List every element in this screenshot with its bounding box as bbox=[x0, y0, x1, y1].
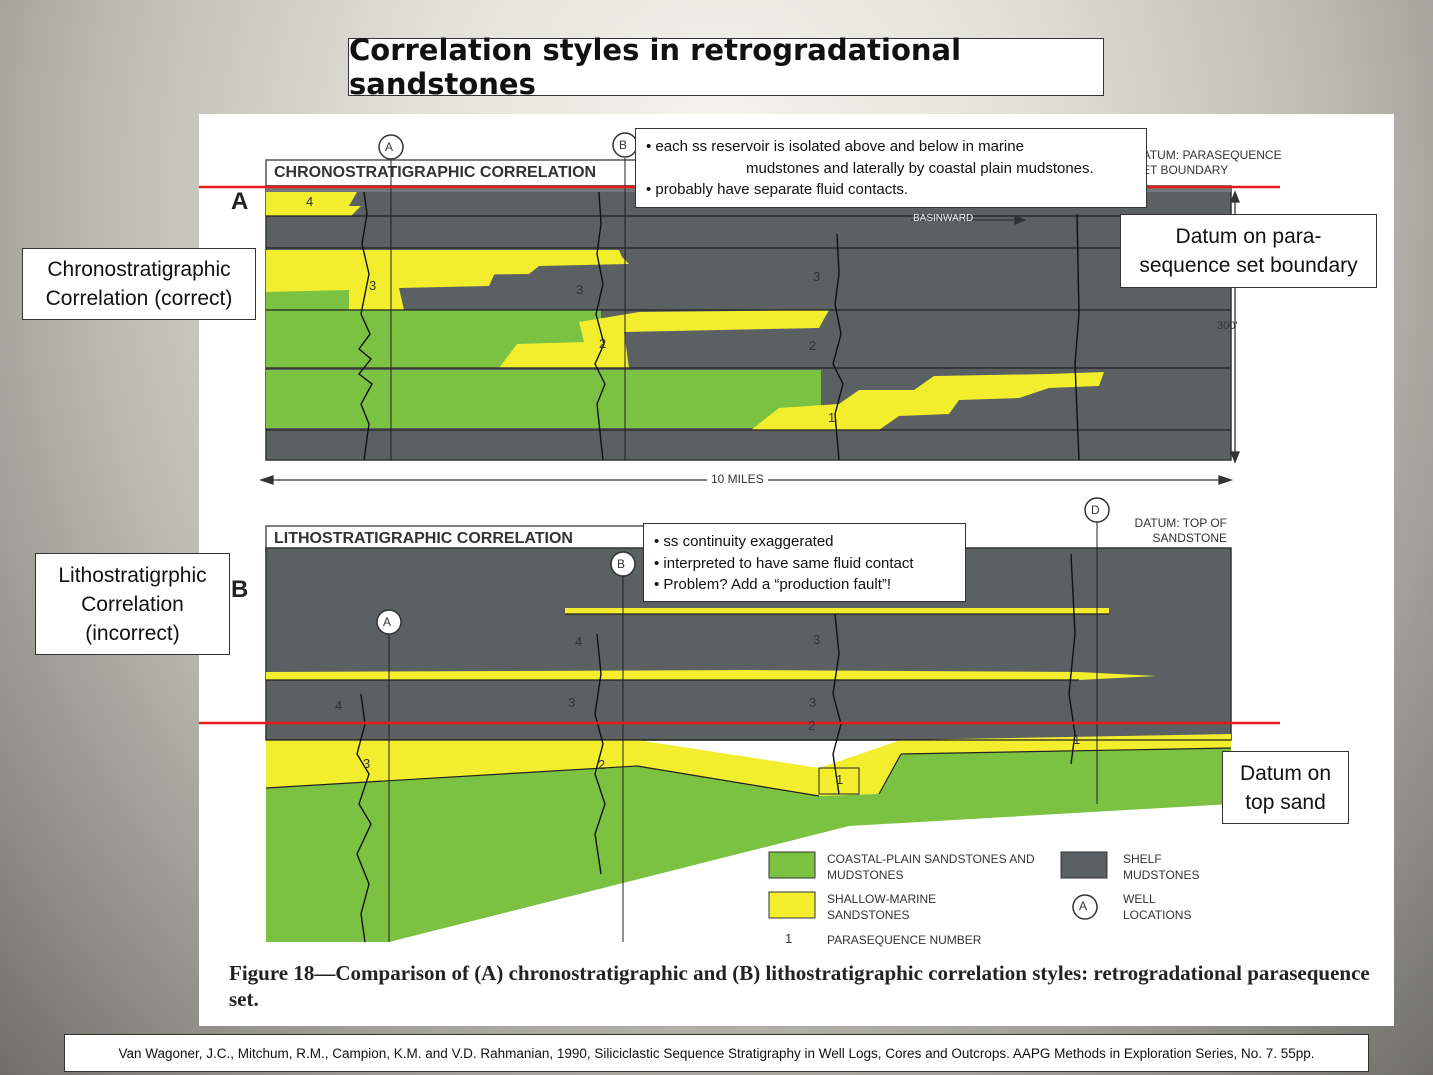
panel-b-letter: B bbox=[231, 576, 249, 603]
ps-number: 3 bbox=[813, 269, 821, 284]
ps1-coastal-plain bbox=[266, 370, 821, 428]
well-a-letter: A bbox=[385, 140, 394, 154]
ps-number: 3 bbox=[809, 695, 817, 710]
ps-number: 4 bbox=[306, 194, 314, 209]
vertical-scale-label: 300' bbox=[1217, 320, 1238, 332]
legend-number-symbol: 1 bbox=[785, 931, 793, 946]
well-d-letter: D bbox=[1091, 503, 1100, 517]
ps-number: 2 bbox=[598, 757, 606, 772]
note-b-callout: • ss continuity exaggerated • interprete… bbox=[643, 523, 966, 602]
ps4-thin-sandstone bbox=[565, 608, 1109, 614]
ps-number: 1 bbox=[836, 772, 844, 787]
ps-number: 2 bbox=[809, 338, 817, 353]
well-b-letter: B bbox=[619, 138, 628, 152]
legend-coastal-plain-label: COASTAL-PLAIN SANDSTONES AND MUDSTONES bbox=[827, 852, 1035, 882]
reference-citation: Van Wagoner, J.C., Mitchum, R.M., Campio… bbox=[64, 1034, 1369, 1072]
legend-shelf-label: SHELF MUDSTONES bbox=[1123, 852, 1200, 882]
basinward-label: BASINWARD bbox=[913, 213, 974, 224]
ps-number: 4 bbox=[575, 634, 583, 649]
ps-number: 4 bbox=[335, 698, 343, 713]
legend-shallow-marine-swatch bbox=[768, 891, 816, 919]
datum-top-callout: Datum on top sand bbox=[1222, 751, 1349, 824]
panel-a-heading: CHRONOSTRATIGRAPHIC CORRELATION bbox=[274, 164, 597, 181]
panel-b-heading: LITHOSTRATIGRAPHIC CORRELATION bbox=[274, 530, 573, 547]
ps-number: 1 bbox=[1073, 732, 1081, 747]
note-a-line: • each ss reservoir is isolated above an… bbox=[646, 138, 1024, 155]
note-b-line: • interpreted to have same fluid contact bbox=[654, 554, 914, 572]
legend-number-label: PARASEQUENCE NUMBER bbox=[827, 933, 982, 947]
legend-shelf-swatch bbox=[1060, 851, 1108, 879]
panel-a-datum-note: DATUM: PARASEQUENCE SET BOUNDARY bbox=[1134, 148, 1282, 177]
ps-number: 1 bbox=[828, 410, 836, 425]
legend-shallow-marine-label: SHALLOW-MARINE SANDSTONES bbox=[827, 892, 937, 922]
legend-well-letter: A bbox=[1079, 899, 1088, 913]
litho-correlation-callout: Lithostratigrphic Correlation (incorrect… bbox=[35, 553, 230, 655]
note-b-line: • ss continuity exaggerated bbox=[654, 533, 834, 550]
panel-b-datum-note: DATUM: TOP OF SANDSTONE bbox=[1134, 516, 1227, 545]
ps-number: 2 bbox=[599, 336, 607, 351]
note-a-line: mudstones and laterally by coastal plain… bbox=[746, 159, 1094, 177]
ps-number: 2 bbox=[808, 718, 816, 733]
panel-a-well-markers bbox=[378, 132, 638, 160]
datum-para-callout: Datum on para-sequence set boundary bbox=[1120, 214, 1377, 288]
ps-number: 3 bbox=[813, 632, 821, 647]
horizontal-scale-label: 10 MILES bbox=[707, 472, 768, 486]
note-b-line: • Problem? Add a “production fault”! bbox=[654, 576, 892, 593]
well-b-letter-b: B bbox=[617, 557, 626, 571]
well-a-letter-b: A bbox=[383, 615, 392, 629]
ps-number: 3 bbox=[576, 282, 584, 297]
chrono-correlation-callout: Chronostratigraphic Correlation (correct… bbox=[22, 248, 256, 320]
note-a-callout: • each ss reservoir is isolated above an… bbox=[635, 128, 1147, 208]
legend-wells-label: WELL LOCATIONS bbox=[1123, 892, 1192, 922]
figure-caption: Figure 18—Comparison of (A) chronostrati… bbox=[229, 961, 1370, 1011]
ps-number: 3 bbox=[568, 695, 576, 710]
panel-a-letter: A bbox=[231, 188, 249, 215]
slide-title: Correlation styles in retrogradational s… bbox=[348, 33, 1104, 101]
ps-number: 3 bbox=[363, 756, 371, 771]
legend-coastal-plain-swatch bbox=[768, 851, 816, 879]
ps4-sandstone bbox=[266, 192, 361, 216]
ps-number: 3 bbox=[369, 278, 377, 293]
note-a-line: • probably have separate fluid contacts. bbox=[646, 181, 909, 198]
